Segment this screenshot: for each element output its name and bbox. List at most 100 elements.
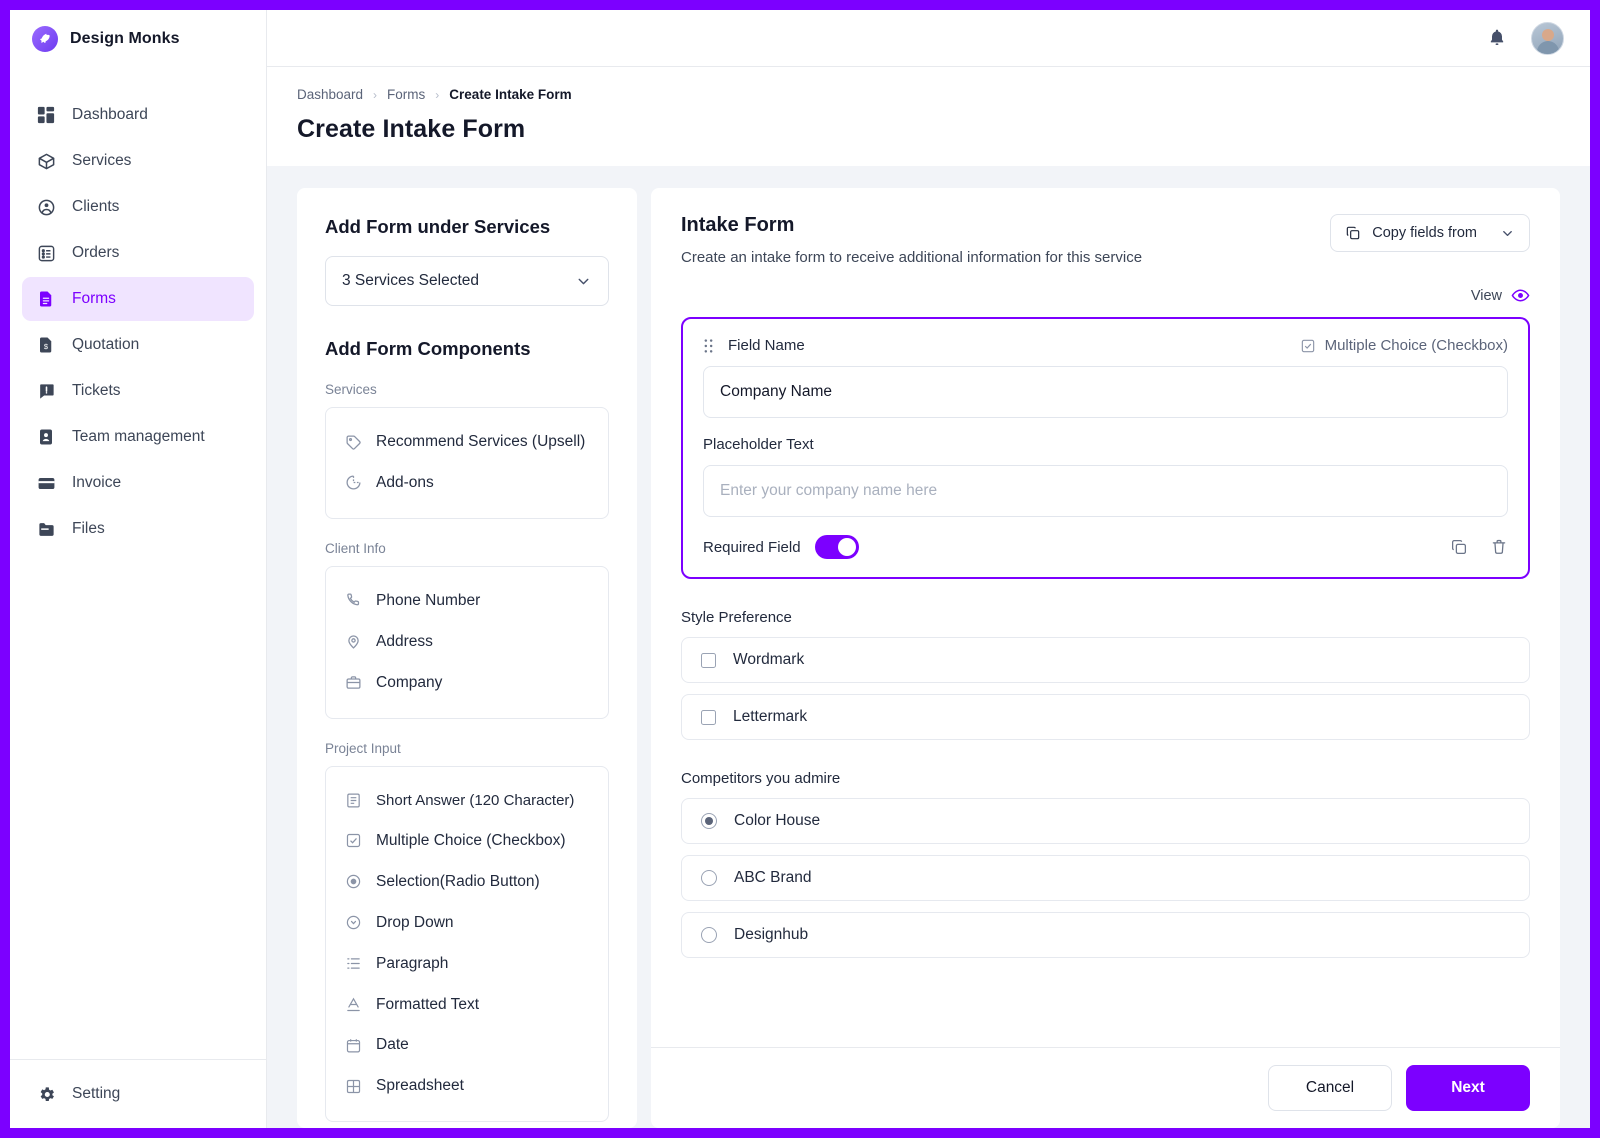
view-toggle[interactable]: View (681, 286, 1530, 305)
option-lettermark[interactable]: Lettermark (681, 694, 1530, 740)
services-select[interactable]: 3 Services Selected (325, 256, 609, 306)
location-pin-icon (344, 633, 362, 651)
sidebar-item-invoice[interactable]: Invoice (22, 461, 254, 505)
placeholder-text-label: Placeholder Text (703, 436, 814, 453)
field-name-input[interactable] (703, 366, 1508, 418)
sidebar-item-label: Forms (72, 290, 116, 307)
chevron-down-icon (575, 273, 592, 290)
component-spreadsheet[interactable]: Spreadsheet (330, 1068, 604, 1105)
component-date[interactable]: Date (330, 1027, 604, 1064)
cancel-button[interactable]: Cancel (1268, 1065, 1392, 1111)
sidebar-item-clients[interactable]: Clients (22, 185, 254, 229)
ticket-alert-icon (36, 381, 56, 401)
eye-icon[interactable] (1511, 286, 1530, 305)
group-label-services: Services (325, 382, 377, 397)
component-label: Spreadsheet (376, 1077, 464, 1095)
form-components-panel: Add Form under Services 3 Services Selec… (297, 188, 637, 1128)
sidebar-item-label: Invoice (72, 474, 122, 491)
brand-name: Design Monks (70, 29, 180, 47)
required-field-row: Required Field (703, 535, 859, 559)
component-phone-number[interactable]: Phone Number (330, 583, 604, 620)
sidebar-item-orders[interactable]: Orders (22, 231, 254, 275)
component-formatted-text[interactable]: Formatted Text (330, 987, 604, 1024)
sidebar-item-label: Clients (72, 198, 120, 215)
component-company[interactable]: Company (330, 665, 604, 702)
sidebar-item-dashboard[interactable]: Dashboard (22, 93, 254, 137)
option-color-house[interactable]: Color House (681, 798, 1530, 844)
component-multiple-choice[interactable]: Multiple Choice (Checkbox) (330, 823, 604, 860)
sidebar-nav: Dashboard Services Clients Orders Forms … (10, 67, 266, 551)
sidebar-item-label: Team management (72, 428, 205, 445)
option-abc-brand[interactable]: ABC Brand (681, 855, 1530, 901)
sidebar-item-forms[interactable]: Forms (22, 277, 254, 321)
component-address[interactable]: Address (330, 624, 604, 661)
sidebar-item-services[interactable]: Services (22, 139, 254, 183)
page-title: Create Intake Form (297, 115, 526, 143)
paragraph-icon (344, 955, 362, 973)
drag-handle-icon[interactable] (703, 338, 714, 354)
notification-bell-icon[interactable] (1487, 28, 1507, 48)
sidebar-item-files[interactable]: Files (22, 507, 254, 551)
add-form-under-services-heading: Add Form under Services (325, 216, 551, 237)
component-label: Phone Number (376, 591, 481, 609)
component-selection-radio[interactable]: Selection(Radio Button) (330, 864, 604, 901)
avatar[interactable] (1531, 21, 1564, 55)
breadcrumb-item-forms[interactable]: Forms (387, 87, 425, 102)
sidebar-item-label: Services (72, 152, 132, 169)
component-label: Add-ons (376, 473, 434, 491)
option-designhub[interactable]: Designhub (681, 912, 1530, 958)
phone-icon (344, 592, 362, 610)
short-answer-icon (344, 792, 362, 810)
component-label: Formatted Text (376, 995, 480, 1013)
intake-form-panel: Intake Form Create an intake form to rec… (651, 188, 1560, 1128)
group-label-client-info: Client Info (325, 540, 386, 556)
sidebar-item-quotation[interactable]: $ Quotation (22, 323, 254, 367)
duplicate-icon[interactable] (1450, 538, 1468, 556)
checkbox-icon[interactable] (701, 709, 716, 725)
pie-chart-icon (344, 474, 362, 492)
option-label: Wordmark (733, 651, 805, 668)
component-label: Short Answer (120 Character) (376, 791, 575, 809)
breadcrumb-item-dashboard[interactable]: Dashboard (297, 87, 363, 102)
placeholder-text-input[interactable] (703, 465, 1508, 517)
chevron-right-icon: › (373, 87, 378, 102)
component-recommend-services[interactable]: Recommend Services (Upsell) (330, 424, 604, 461)
required-field-label: Required Field (703, 538, 801, 556)
component-label: Selection(Radio Button) (376, 872, 540, 890)
user-card-icon (36, 427, 56, 447)
component-label: Company (376, 673, 443, 691)
radio-icon[interactable] (701, 927, 717, 943)
next-button[interactable]: Next (1406, 1065, 1530, 1111)
component-drop-down[interactable]: Drop Down (330, 905, 604, 942)
component-add-ons[interactable]: Add-ons (330, 465, 604, 502)
folder-icon (36, 519, 56, 539)
invoice-card-icon (36, 473, 56, 493)
radio-icon[interactable] (701, 813, 717, 829)
sidebar-item-team-management[interactable]: Team management (22, 415, 254, 459)
app-frame: Design Monks Dashboard Services Clients … (10, 10, 1590, 1128)
brand[interactable]: Design Monks (10, 10, 266, 67)
field-type-label: Multiple Choice (Checkbox) (1324, 337, 1508, 354)
radio-icon[interactable] (701, 870, 717, 886)
clients-circle-icon (36, 197, 56, 217)
option-wordmark[interactable]: Wordmark (681, 637, 1530, 683)
sidebar-item-label: Files (72, 520, 105, 537)
sidebar-bottom: Setting (10, 1059, 266, 1128)
checkbox-icon (1300, 338, 1316, 354)
topbar (267, 10, 1590, 67)
breadcrumb-item-current: Create Intake Form (449, 87, 572, 102)
copy-fields-label: Copy fields from (1372, 225, 1477, 241)
calendar-icon (344, 1036, 362, 1054)
page-header: Dashboard › Forms › Create Intake Form C… (267, 67, 1590, 166)
component-paragraph[interactable]: Paragraph (330, 946, 604, 983)
checkbox-icon[interactable] (701, 652, 716, 668)
required-field-toggle[interactable] (814, 535, 859, 559)
section-title: Competitors you admire (681, 770, 841, 787)
component-label: Address (376, 632, 433, 650)
sidebar-item-setting[interactable]: Setting (22, 1072, 254, 1116)
component-short-answer[interactable]: Short Answer (120 Character) (330, 783, 604, 819)
sidebar-item-tickets[interactable]: Tickets (22, 369, 254, 413)
copy-fields-from-button[interactable]: Copy fields from (1330, 214, 1530, 252)
trash-icon[interactable] (1490, 538, 1508, 556)
field-card-company-name[interactable]: Field Name Multiple Choice (Checkbox) Co… (681, 317, 1530, 579)
